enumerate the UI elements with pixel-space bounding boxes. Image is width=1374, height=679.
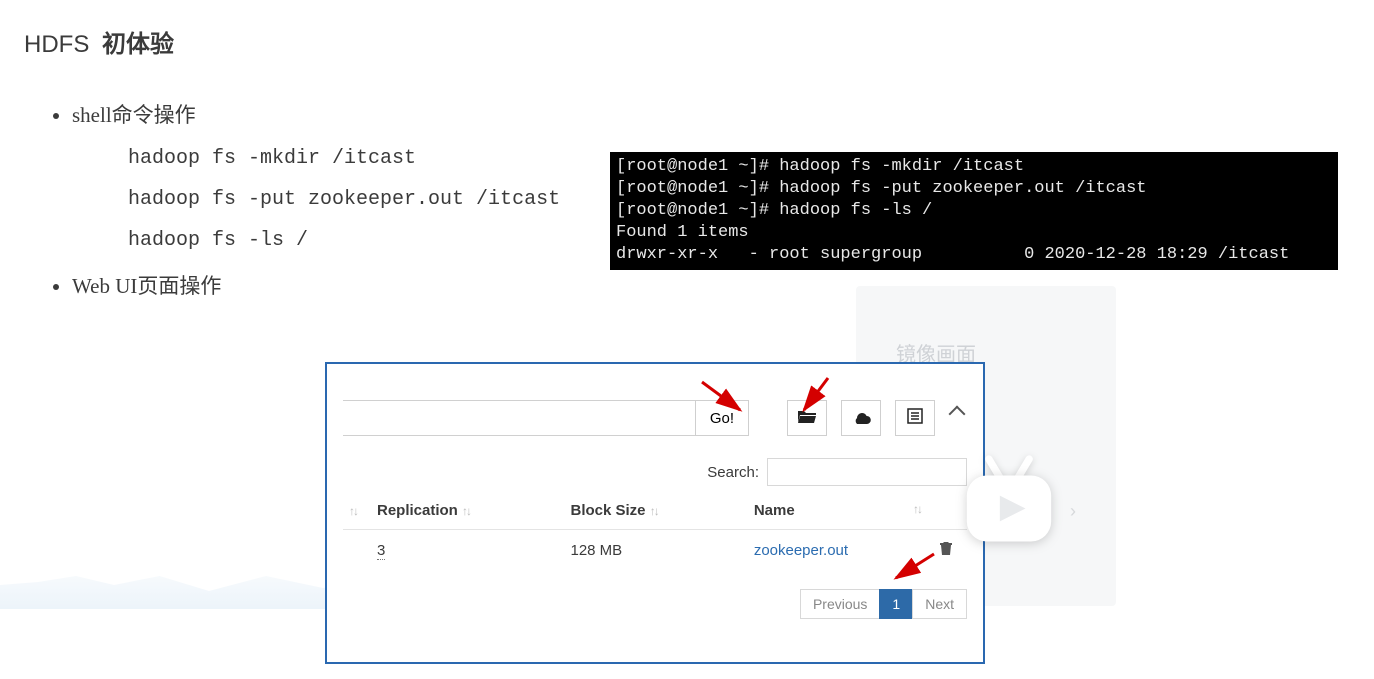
title-heavy: 初体验 [102, 31, 174, 58]
title-light: HDFS [24, 31, 89, 58]
annotation-arrow-icon [700, 380, 750, 420]
hdfs-file-browser: Go! Search: Replication Block [325, 362, 985, 664]
cell-filename[interactable]: zookeeper.out [754, 542, 848, 559]
mouse-cursor-icon [951, 406, 967, 430]
pagination: Previous 1 Next [343, 589, 967, 619]
search-label: Search: [707, 464, 759, 481]
annotation-arrow-icon [798, 376, 838, 420]
sort-icon[interactable] [650, 504, 664, 518]
next-button[interactable]: Next [912, 589, 967, 619]
prev-button[interactable]: Previous [800, 589, 880, 619]
cut-button[interactable] [895, 400, 935, 436]
col-replication[interactable]: Replication [371, 496, 564, 530]
list-icon [907, 408, 923, 429]
term-l3: [root@node1 ~]# hadoop fs -ls / [616, 201, 932, 220]
chevron-right-icon: › [1070, 501, 1076, 522]
decorative-wave [0, 549, 380, 609]
cell-replication[interactable]: 3 [377, 542, 385, 560]
bullet-webui: Web UI页面操作 [72, 270, 1350, 300]
sort-icon[interactable] [462, 504, 476, 518]
col-name-label: Name [754, 502, 795, 519]
col-blocksize[interactable]: Block Size [564, 496, 747, 530]
trash-icon[interactable] [939, 543, 953, 560]
term-l2: [root@node1 ~]# hadoop fs -put zookeeper… [616, 179, 1147, 198]
col-rep-label: Replication [377, 502, 458, 519]
terminal-output: [root@node1 ~]# hadoop fs -mkdir /itcast… [610, 152, 1338, 270]
search-input[interactable] [767, 458, 967, 486]
cell-blocksize: 128 MB [570, 542, 622, 559]
sort-icon[interactable] [913, 502, 927, 516]
term-l1: [root@node1 ~]# hadoop fs -mkdir /itcast [616, 157, 1024, 176]
upload-button[interactable] [841, 400, 881, 436]
term-l4: Found 1 items [616, 223, 749, 242]
col-name[interactable]: Name [748, 496, 933, 530]
term-l5: drwxr-xr-x - root supergroup 0 2020-12-2… [616, 245, 1289, 264]
path-input[interactable] [343, 400, 695, 436]
page-title: HDFS 初体验 [24, 24, 1350, 59]
bullet-webui-label: Web UI页面操作 [72, 274, 221, 298]
bilibili-logo-icon [954, 448, 1064, 558]
upload-cloud-icon [851, 408, 871, 429]
table-row: 3 128 MB zookeeper.out [343, 530, 967, 572]
page-1-button[interactable]: 1 [879, 589, 913, 619]
bullet-shell-label: shell命令操作 [72, 103, 196, 127]
sort-icon[interactable] [349, 504, 363, 518]
annotation-arrow-icon [890, 552, 940, 592]
col-block-label: Block Size [570, 502, 645, 519]
file-table: Replication Block Size Name 3 128 MB zoo… [343, 496, 967, 571]
